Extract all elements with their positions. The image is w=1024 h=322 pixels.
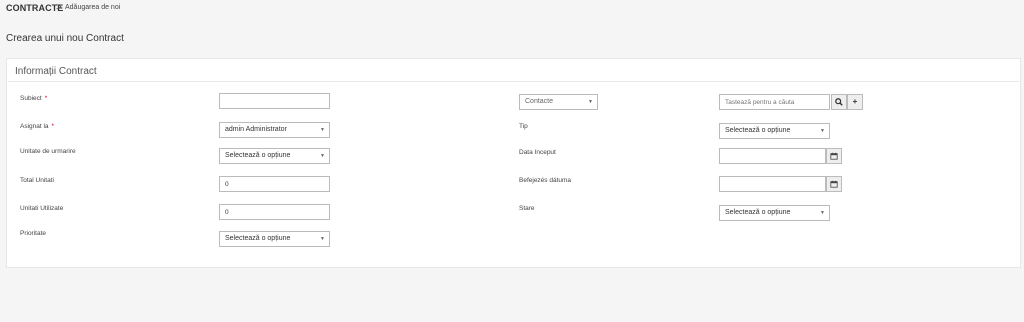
prioritate-select[interactable]: Selectează o opțiune ▼ — [219, 231, 330, 247]
panel-divider — [8, 81, 1019, 82]
subiect-input[interactable] — [219, 93, 330, 109]
subiect-label: Subiect * — [20, 95, 48, 102]
stare-label: Stare — [519, 205, 535, 212]
breadcrumb-module[interactable]: CONTRACTE — [6, 3, 63, 13]
relate-module-select[interactable]: Contacte ▼ — [519, 94, 598, 110]
breadcrumb: CONTRACTE > Adăugarea de noi — [0, 0, 1024, 18]
befejezes-label: Befejezés dátuma — [519, 177, 572, 184]
stare-value: Selectează o opțiune — [725, 209, 791, 216]
breadcrumb-page: Adăugarea de noi — [65, 4, 121, 11]
total-label: Total Unitati — [20, 177, 54, 184]
tip-select[interactable]: Selectează o opțiune ▼ — [719, 123, 830, 139]
contract-info-panel: Informații Contract Subiect * Asignat la *… — [6, 58, 1021, 268]
unitate-value: Selectează o opțiune — [225, 152, 291, 159]
prioritate-label: Prioritate — [20, 230, 47, 237]
relate-search-input[interactable] — [719, 94, 830, 110]
required-mark: * — [51, 123, 55, 130]
calendar-icon[interactable] — [826, 148, 842, 164]
prioritate-value: Selectează o opțiune — [225, 235, 291, 242]
caret-down-icon: ▼ — [320, 153, 325, 159]
plus-icon[interactable]: + — [847, 94, 863, 110]
asignat-value: admin Administrator — [225, 126, 287, 133]
caret-down-icon: ▼ — [320, 236, 325, 242]
befejezes-input[interactable] — [719, 176, 826, 192]
required-mark: * — [44, 95, 48, 102]
utilizate-label: Unitati Utilizate — [20, 205, 64, 212]
data-inceput-label: Data Inceput — [519, 149, 556, 156]
search-icon[interactable] — [831, 94, 847, 110]
asignat-label: Asignat la * — [20, 123, 55, 130]
calendar-icon[interactable] — [826, 176, 842, 192]
tip-label: Tip — [519, 123, 528, 130]
data-inceput-input[interactable] — [719, 148, 826, 164]
stare-select[interactable]: Selectează o opțiune ▼ — [719, 205, 830, 221]
total-input[interactable] — [219, 176, 330, 192]
relate-module-value: Contacte — [525, 98, 554, 105]
caret-down-icon: ▼ — [820, 210, 825, 216]
unitate-select[interactable]: Selectează o opțiune ▼ — [219, 148, 330, 164]
asignat-select[interactable]: admin Administrator ▼ — [219, 122, 330, 138]
caret-down-icon: ▼ — [820, 128, 825, 134]
caret-down-icon: ▼ — [588, 99, 593, 105]
caret-down-icon: ▼ — [320, 127, 325, 133]
tip-value: Selectează o opțiune — [725, 127, 791, 134]
page-title: Crearea unui nou Contract — [6, 33, 124, 44]
utilizate-input[interactable] — [219, 204, 330, 220]
breadcrumb-separator: > — [56, 2, 62, 13]
panel-title: Informații Contract — [15, 66, 97, 77]
unitate-label: Unitate de urmarire — [20, 148, 76, 155]
